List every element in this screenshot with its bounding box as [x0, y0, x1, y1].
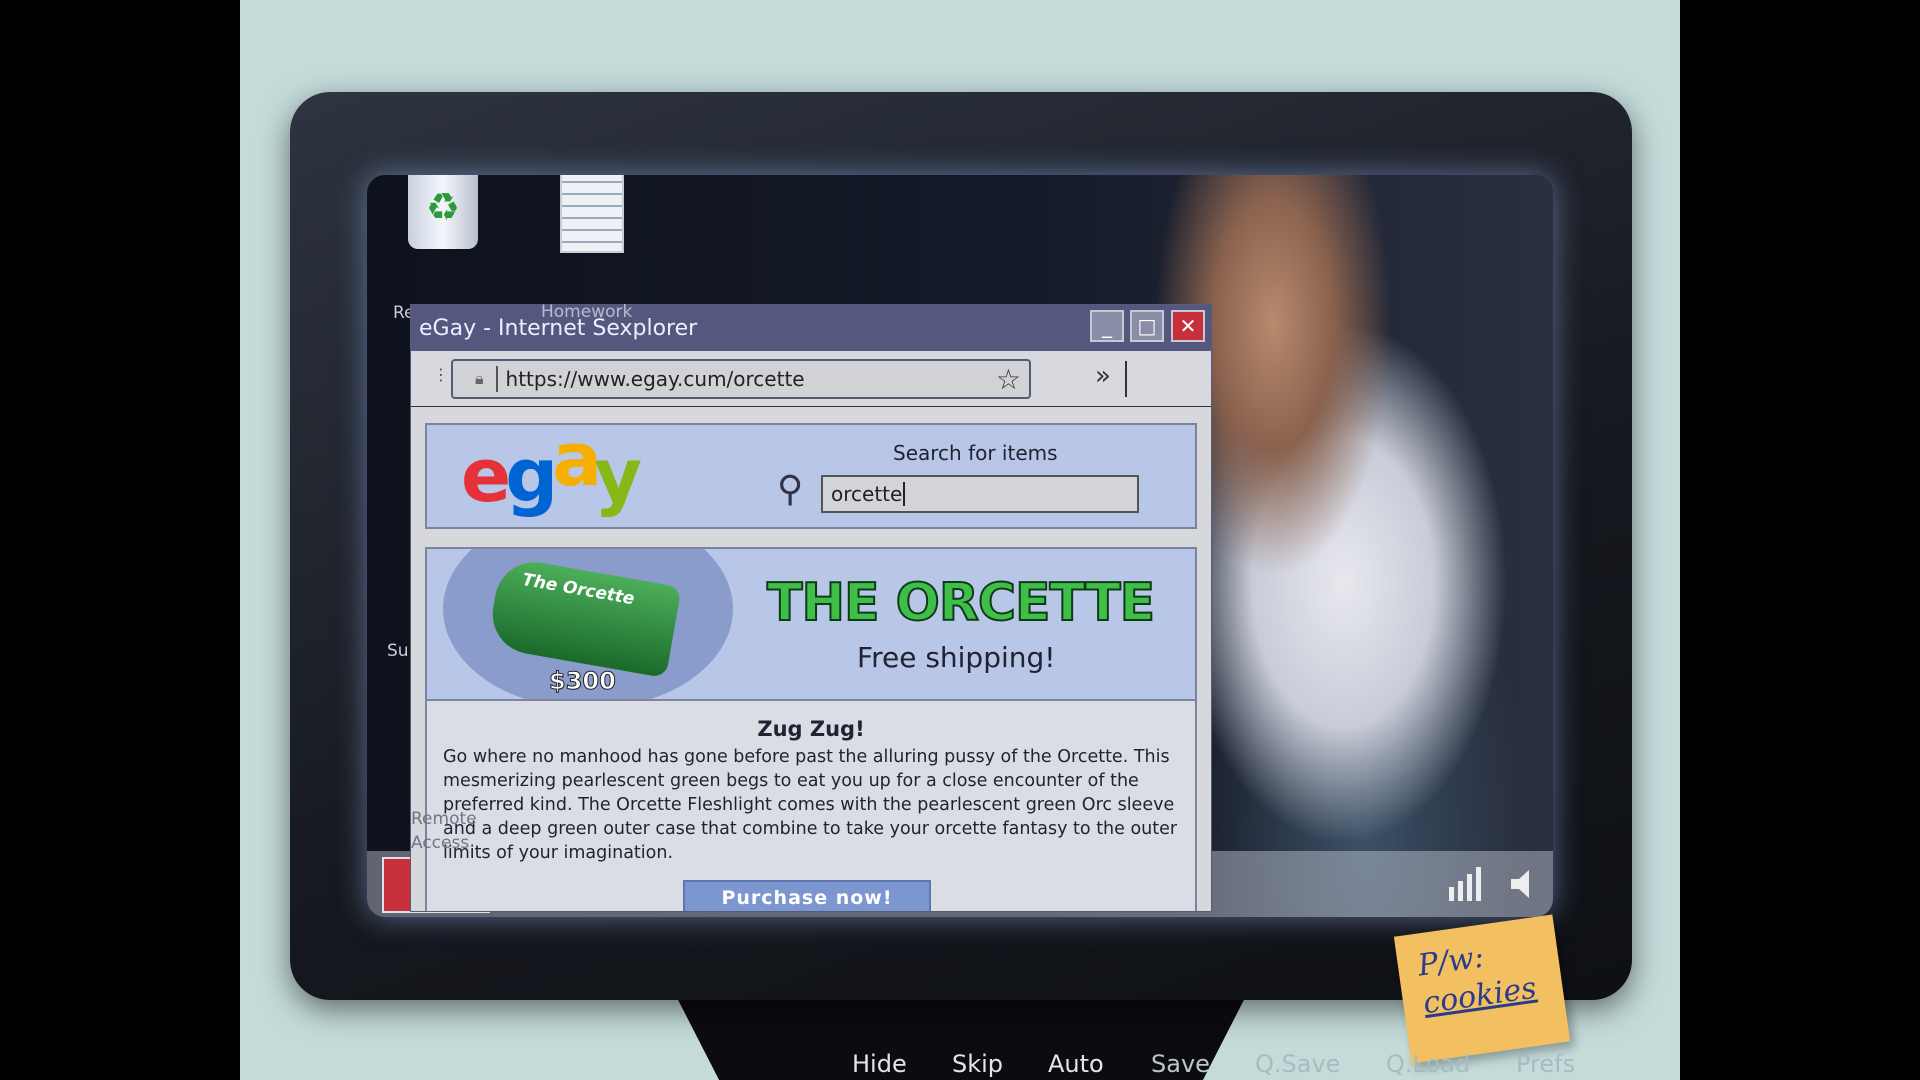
signal-icon[interactable]	[1447, 865, 1487, 903]
desktop-icon-homework[interactable]	[547, 175, 637, 253]
site-header: egay Search for items ⚲ orcette	[425, 417, 1197, 529]
menu-save[interactable]: Save	[1151, 1050, 1210, 1078]
lock-icon: 🔒︎	[475, 369, 484, 388]
product-banner: The Orcette $300 THE ORCETTE Free shippi…	[425, 547, 1197, 701]
window-title: eGay - Internet Sexplorer	[419, 315, 698, 341]
recycle-bin-icon: ♻	[408, 175, 478, 249]
url-text: https://www.egay.cum/orcette	[505, 367, 805, 391]
star-icon[interactable]: ☆	[996, 363, 1021, 396]
egay-logo[interactable]: egay	[461, 417, 642, 521]
search-input[interactable]: orcette	[821, 475, 1139, 513]
menu-qsave[interactable]: Q.Save	[1255, 1050, 1340, 1078]
maximize-button[interactable]: □	[1130, 310, 1164, 342]
product-price: $300	[549, 667, 617, 696]
menu-dots-icon[interactable]: ⋮	[433, 365, 449, 384]
menu-auto[interactable]: Auto	[1048, 1050, 1104, 1078]
minimize-button[interactable]: _	[1090, 310, 1124, 342]
maximize-icon: □	[1137, 314, 1157, 338]
close-button[interactable]: ✕	[1171, 310, 1205, 342]
description-heading: Zug Zug!	[757, 717, 865, 741]
purchase-button[interactable]: Purchase now!	[683, 880, 931, 911]
address-toolbar: ⋮ 🔒︎ https://www.egay.cum/orcette ☆ »	[411, 351, 1211, 407]
overflow-chevron-icon[interactable]: »	[1095, 361, 1111, 391]
menu-hide[interactable]: Hide	[852, 1050, 907, 1078]
description-body: Go where no manhood has gone before past…	[443, 747, 1178, 863]
window-titlebar[interactable]: eGay - Internet Sexplorer _ □ ✕	[411, 305, 1211, 351]
address-bar[interactable]: 🔒︎ https://www.egay.cum/orcette ☆	[451, 359, 1031, 399]
sticky-note: P/w: cookies	[1393, 914, 1571, 1064]
volume-icon[interactable]	[1509, 867, 1539, 901]
browser-window: eGay - Internet Sexplorer _ □ ✕ ⋮ 🔒︎ htt…	[410, 304, 1212, 912]
document-icon	[560, 175, 624, 253]
search-icon[interactable]: ⚲	[777, 469, 803, 510]
menu-qload[interactable]: Q.Load	[1386, 1050, 1470, 1078]
product-headline: THE ORCETTE	[766, 572, 1156, 634]
menu-prefs[interactable]: Prefs	[1516, 1050, 1575, 1078]
shipping-text: Free shipping!	[857, 641, 1056, 674]
menu-skip[interactable]: Skip	[952, 1050, 1003, 1078]
minimize-icon: _	[1102, 314, 1112, 338]
search-label: Search for items	[893, 441, 1058, 465]
desktop-icon-recycle-bin[interactable]: ♻	[398, 175, 488, 249]
close-icon: ✕	[1179, 314, 1197, 338]
